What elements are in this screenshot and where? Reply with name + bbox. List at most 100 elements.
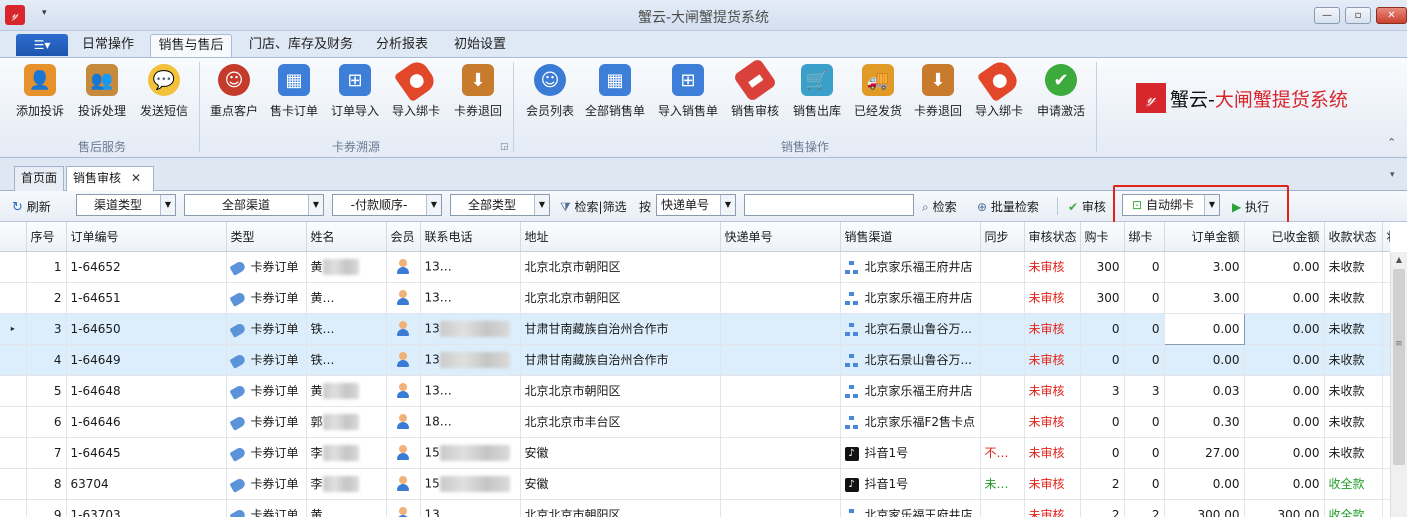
ribbon-collapse-icon[interactable]: ⌃	[1387, 136, 1396, 149]
audit-button[interactable]: ✔ 审核	[1068, 197, 1106, 217]
cell-buy-card: 2	[1080, 499, 1125, 517]
column-header[interactable]: 已收金额	[1244, 222, 1325, 252]
member-list-button[interactable]: ☺ 会员列表	[520, 62, 580, 128]
cell-extra	[1382, 282, 1390, 314]
tab-store-inventory-finance[interactable]: 门店、库存及财务	[244, 34, 358, 58]
close-window-button[interactable]: ✕	[1376, 7, 1407, 24]
maximize-button[interactable]: ▫	[1345, 7, 1371, 24]
batch-search-button[interactable]: ⊕ 批量检索	[977, 197, 1039, 217]
column-header[interactable]: 会员	[386, 222, 421, 252]
dialog-launcher-icon[interactable]: ◲	[500, 142, 509, 152]
column-header[interactable]: 绑卡	[1124, 222, 1165, 252]
doc-tab-home[interactable]: 首页面	[14, 166, 64, 191]
close-tab-icon[interactable]: ✕	[131, 171, 141, 185]
send-sms-button[interactable]: 💬 发送短信	[134, 62, 194, 128]
key-customer-button[interactable]: ☺ 重点客户	[204, 62, 264, 128]
card-order-button[interactable]: ▦ 售卡订单	[266, 62, 322, 128]
search-field-select[interactable]: 快递单号 ▼	[656, 194, 736, 216]
apply-activation-button[interactable]: ✔ 申请激活	[1032, 62, 1090, 128]
all-types-select[interactable]: 全部类型 ▼	[450, 194, 550, 216]
column-header[interactable]: 联系电话	[420, 222, 521, 252]
cell-phone: 15	[420, 468, 521, 500]
cell-name-text: 黄	[310, 383, 323, 398]
column-header[interactable]: 序号	[26, 222, 67, 252]
column-header[interactable]: 订单金额	[1164, 222, 1245, 252]
tab-daily-operations[interactable]: 日常操作	[76, 34, 140, 58]
channel-type-select[interactable]: 渠道类型 ▼	[76, 194, 176, 216]
table-row[interactable]: 1 1-64652 卡券订单黄 13 北京北京市朝阳区 北京家乐福王府井店 未审核 300 0 3…	[0, 251, 1390, 283]
column-header[interactable]: 地址	[520, 222, 721, 252]
column-header[interactable]: 快递单号	[720, 222, 841, 252]
scroll-thumb[interactable]	[1393, 269, 1405, 465]
row-indicator[interactable]	[0, 437, 27, 469]
column-header[interactable]: 状	[1382, 222, 1390, 252]
table-row[interactable]: 2 1-64651 卡券订单黄 13 北京北京市朝阳区 北京家乐福王府井店 未审核 300 0 3…	[0, 282, 1390, 314]
handle-complaint-button[interactable]: 👥 投诉处理	[72, 62, 132, 128]
table-row[interactable]: 7 1-64645 卡券订单李 15 安徽 ♪ 抖音1号 不推送 未审核 0 0 27.00 0.00 未…	[0, 437, 1390, 469]
row-indicator[interactable]	[0, 468, 27, 500]
row-indicator[interactable]	[0, 282, 27, 314]
row-indicator[interactable]	[0, 499, 27, 517]
import-bind-card-button[interactable]: ● 导入绑卡	[388, 57, 444, 128]
column-header[interactable]: 姓名	[306, 222, 387, 252]
tab-sales-aftersales[interactable]: 销售与售后	[150, 34, 232, 58]
table-row[interactable]: ▸ 3 1-64650 卡券订单铁 13 甘肃甘南藏族自治州合作市 北京石景山鲁谷万... 未…	[0, 312, 1390, 345]
column-header[interactable]: 类型	[226, 222, 307, 252]
search-filter-button[interactable]: ⧩ 检索|筛选	[560, 197, 627, 217]
cell-channel-text: 北京家乐福王府井店	[864, 508, 973, 517]
table-row[interactable]: 8 63704 卡券订单李 15 安徽 ♪ 抖音1号 未绑好 未审核 2 0 0.00 0.00 收全款	[0, 468, 1390, 500]
column-header[interactable]: 销售渠道	[840, 222, 981, 252]
row-indicator[interactable]	[0, 375, 27, 407]
doc-tab-sales-audit[interactable]: 销售审核 ✕	[66, 166, 154, 191]
table-row[interactable]: 6 1-64646 卡券订单郭 18 北京北京市丰台区 北京家乐福F2售卡点 未审核 0 0 0.…	[0, 406, 1390, 438]
add-complaint-button[interactable]: 👤 添加投诉	[10, 62, 70, 128]
minimize-button[interactable]: —	[1314, 7, 1340, 24]
column-header[interactable]: 购卡	[1080, 222, 1125, 252]
cell-order-amount[interactable]: 0.00	[1163, 312, 1245, 345]
table-row[interactable]: 4 1-64649 卡券订单铁 13 甘肃甘南藏族自治州合作市 北京石景山鲁谷万... 未审…	[0, 344, 1390, 376]
import-bind-card-sales-button[interactable]: ● 导入绑卡	[970, 57, 1028, 128]
search-input[interactable]	[744, 194, 914, 216]
cell-channel-text: 抖音1号	[864, 446, 909, 460]
tab-initial-settings[interactable]: 初始设置	[446, 34, 514, 58]
column-header[interactable]: 同步	[980, 222, 1025, 252]
import-sales-label: 导入销售单	[657, 104, 718, 118]
cell-address: 北京北京市丰台区	[520, 406, 721, 438]
tab-analysis-reports[interactable]: 分析报表	[368, 34, 436, 58]
cell-buy-card: 0	[1080, 313, 1125, 345]
row-indicator[interactable]: ▸	[0, 313, 27, 345]
cell-buy-card: 2	[1080, 468, 1125, 500]
scroll-up-icon[interactable]: ▲	[1391, 252, 1407, 268]
column-header[interactable]: 订单编号	[66, 222, 227, 252]
column-header[interactable]: 收款状态	[1324, 222, 1383, 252]
cell-order-no: 1-64649	[66, 344, 227, 376]
doc-tab-sales-audit-label: 销售审核	[73, 171, 122, 185]
column-header[interactable]: 审核状态	[1024, 222, 1081, 252]
refresh-button[interactable]: ↻ 刷新	[12, 197, 51, 217]
row-indicator[interactable]	[0, 406, 27, 438]
cell-channel: 北京家乐福王府井店	[840, 282, 981, 314]
row-indicator[interactable]	[0, 344, 27, 376]
table-row[interactable]: 5 1-64648 卡券订单黄 13 北京北京市朝阳区 北京家乐福王府井店 未审核 3 3 0.0…	[0, 375, 1390, 407]
import-sales-button[interactable]: ⊞ 导入销售单	[654, 62, 722, 128]
cell-channel: 北京石景山鲁谷万...	[840, 344, 981, 376]
shipped-button[interactable]: 🚚 已经发货	[850, 62, 906, 128]
application-menu-button[interactable]: ☰▾	[16, 34, 68, 56]
cell-type: 卡券订单	[226, 375, 307, 407]
all-sales-button[interactable]: ▦ 全部销售单	[582, 62, 648, 128]
tabs-dropdown-icon[interactable]: ▾	[1390, 170, 1395, 180]
brand-logo-icon: 𝓎	[1136, 83, 1166, 113]
payment-order-select[interactable]: -付款顺序- ▼	[332, 194, 442, 216]
sales-outbound-button[interactable]: 🛒 销售出库	[788, 62, 846, 128]
all-channels-select[interactable]: 全部渠道 ▼	[184, 194, 324, 216]
card-return-button[interactable]: ⬇ 卡券退回	[448, 62, 508, 128]
vertical-scrollbar[interactable]: ▲ ≡	[1390, 252, 1407, 517]
sales-audit-grid[interactable]: 序号 订单编号 类型 姓名 会员 联系电话 地址 快递单号 销售渠道 同步 审核…	[0, 222, 1390, 517]
chevron-down-icon: ▼	[720, 195, 735, 215]
sales-audit-button[interactable]: ▬ 销售审核	[726, 57, 784, 128]
table-row[interactable]: 9 1-63703 卡券订单黄 13 北京北京市朝阳区 北京家乐福王府井店 未审核 2 2 300…	[0, 499, 1390, 517]
search-button[interactable]: ⌕ 检索	[922, 197, 957, 217]
order-import-button[interactable]: ⊞ 订单导入	[326, 62, 384, 128]
card-return-sales-button[interactable]: ⬇ 卡券退回	[908, 62, 968, 128]
row-indicator[interactable]	[0, 251, 27, 283]
